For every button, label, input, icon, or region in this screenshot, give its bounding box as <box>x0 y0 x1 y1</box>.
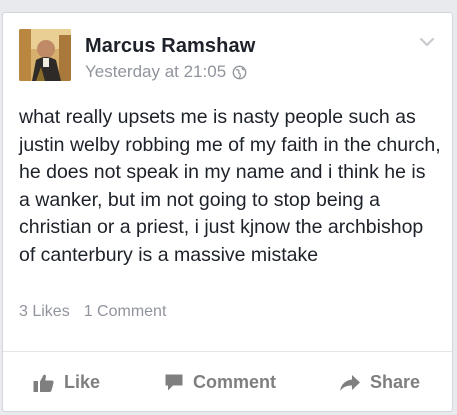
comment-label: Comment <box>193 372 277 392</box>
comments-count[interactable]: 1 Comment <box>84 303 167 321</box>
like-label: Like <box>64 372 101 392</box>
post-timestamp[interactable]: Yesterday at 21:05 <box>85 62 226 82</box>
post-card: Marcus Ramshaw Yesterday at 21:05 what r… <box>2 12 453 412</box>
globe-icon[interactable] <box>232 65 247 80</box>
share-arrow-icon <box>339 374 361 392</box>
thumbs-up-icon <box>33 373 55 393</box>
share-label: Share <box>370 372 421 392</box>
profile-photo <box>19 29 71 81</box>
post-text: what really upsets me is nasty people su… <box>19 106 441 266</box>
avatar[interactable] <box>19 29 71 81</box>
post-meta: Yesterday at 21:05 <box>85 62 247 82</box>
comment-icon <box>164 373 184 392</box>
likes-count[interactable]: 3 Likes <box>19 303 70 321</box>
comment-button[interactable]: Comment <box>164 372 276 393</box>
like-button[interactable]: Like <box>33 372 100 393</box>
post-stats: 3 Likes 1 Comment <box>19 303 166 321</box>
share-button[interactable]: Share <box>339 372 420 393</box>
author-name[interactable]: Marcus Ramshaw <box>85 35 255 58</box>
chevron-down-icon[interactable] <box>418 35 436 49</box>
action-bar: Like Comment Share <box>3 352 452 411</box>
